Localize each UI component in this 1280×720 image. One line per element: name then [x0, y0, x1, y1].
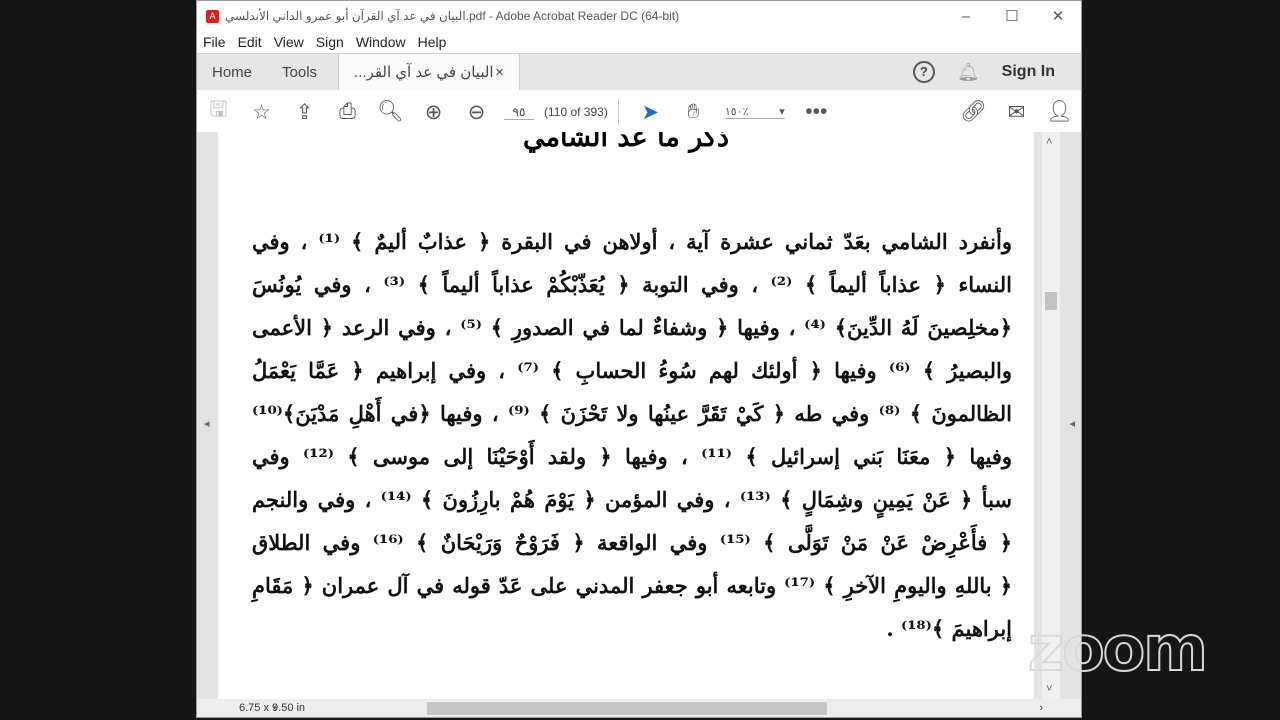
- acrobat-icon: A: [206, 9, 219, 23]
- scroll-up-icon[interactable]: ˄: [1046, 136, 1052, 148]
- tab-close-icon[interactable]: ×: [495, 64, 504, 81]
- bookmark-star-icon[interactable]: ☆: [240, 100, 283, 125]
- more-tools-icon[interactable]: •••: [795, 100, 838, 124]
- page-body: وأنفرد الشامي بعَدّ ثماني عشرة آية ، أول…: [252, 220, 1012, 650]
- text-line: ﴿ فأَعْرِضْ عَنْ مَنْ تَوَلَّى ﴾ ⁽¹⁵⁾ وف…: [252, 530, 1012, 555]
- text-line: وأنفرد الشامي بعَدّ ثماني عشرة آية ، أول…: [252, 229, 1012, 254]
- title-bar: A البيان في عد آي القرآن أبو عمرو الداني…: [197, 1, 1081, 31]
- document-view[interactable]: ذكر ما عد الشامي وأنفرد الشامي بعَدّ ثما…: [197, 132, 1081, 699]
- page-heading: ذكر ما عد الشامي: [523, 132, 729, 153]
- text-line: ﴿ باللهِ واليومِ الآخرِ ﴾ ⁽¹⁷⁾ وتابعه أب…: [252, 573, 1013, 598]
- text-line: والبصيرُ ﴾ ⁽⁶⁾ وفيها ﴿ أولئك لهم سُوءُ ا…: [252, 358, 1012, 383]
- right-panel-toggle-icon[interactable]: ◂: [1069, 417, 1075, 430]
- vertical-scroll-thumb[interactable]: [1045, 292, 1057, 310]
- toolbar-divider: [617, 99, 619, 125]
- menu-bar: File Edit View Sign Window Help: [197, 31, 1081, 53]
- horizontal-scroll-thumb[interactable]: [427, 702, 827, 715]
- text-line: وفيها ﴿ معَنَا بَني إسرائيل ﴾ ⁽¹¹⁾ ، وفي…: [252, 444, 1013, 469]
- next-page-icon[interactable]: ⊖: [455, 100, 498, 125]
- help-icon[interactable]: ?: [912, 61, 935, 83]
- tab-bar: Home Tools البيان في عد آي القر... × ? 🔔…: [197, 53, 1081, 90]
- page-count: (110 of 393): [544, 105, 608, 119]
- print-icon[interactable]: ⎙: [326, 100, 369, 124]
- menu-file[interactable]: File: [203, 34, 226, 50]
- text-line: الظالمونَ ﴾ ⁽⁸⁾ وفي طه ﴿ كَيْ تَقَرَّ عي…: [252, 401, 1012, 426]
- text-line: سبأ ﴿ عَنْ يَمِينٍ وشِمَالٍ ﴾ ⁽¹³⁾ ، وفي…: [252, 487, 1012, 512]
- close-button[interactable]: ✕: [1035, 7, 1081, 25]
- upload-cloud-icon[interactable]: ⇪: [283, 100, 326, 125]
- tab-document-label: البيان في عد آي القر...: [354, 64, 494, 81]
- tab-home[interactable]: Home: [197, 54, 267, 90]
- search-zoom-icon[interactable]: 🔍︎: [369, 100, 412, 124]
- page-size: 6.75 x 9.50 in: [239, 702, 306, 714]
- add-user-icon[interactable]: 👤︎: [1038, 100, 1081, 124]
- zoom-watermark-logo: zoom: [1027, 611, 1209, 686]
- sign-in-button[interactable]: Sign In: [1002, 63, 1055, 81]
- text-line: النساء ﴿ عذاباً أليماً ﴾ ⁽²⁾ ، وفي التوب…: [252, 272, 1012, 297]
- zoom-value: ١٥٠٪: [724, 106, 749, 118]
- status-bar: 6.75 x 9.50 in ‹ ›: [197, 699, 1081, 717]
- save-icon[interactable]: 🖫: [197, 95, 240, 130]
- share-link-icon[interactable]: 🔗︎: [952, 100, 995, 124]
- acrobat-window: A البيان في عد آي القرآن أبو عمرو الداني…: [196, 0, 1082, 718]
- menu-help[interactable]: Help: [418, 34, 447, 50]
- toolbar: 🖫 ☆ ⇪ ⎙ 🔍︎ ⊕ ⊖ ٩٥ (110 of 393) ➤ ✋︎ ١٥٠٪…: [197, 90, 1081, 135]
- chevron-down-icon: ▾: [779, 106, 785, 118]
- scroll-left-icon[interactable]: ‹: [273, 702, 277, 714]
- maximize-button[interactable]: ☐: [989, 7, 1035, 25]
- bell-icon[interactable]: 🔔︎: [957, 62, 980, 83]
- minimize-button[interactable]: –: [943, 8, 989, 25]
- zoom-select[interactable]: ١٥٠٪ ▾: [724, 105, 785, 119]
- window-title: البيان في عد آي القرآن أبو عمرو الداني ا…: [225, 9, 680, 23]
- page-number-input[interactable]: ٩٥: [504, 105, 534, 120]
- text-line: ﴿مخلِصينَ لَهُ الدِّينَ﴾ ⁽⁴⁾ ، وفيها ﴿ و…: [252, 315, 1012, 340]
- scroll-right-icon[interactable]: ›: [1039, 702, 1043, 714]
- select-cursor-icon[interactable]: ➤: [629, 100, 672, 125]
- previous-page-icon[interactable]: ⊕: [412, 100, 455, 125]
- hand-tool-icon[interactable]: ✋︎: [672, 100, 715, 124]
- menu-sign[interactable]: Sign: [316, 34, 344, 50]
- tab-document[interactable]: البيان في عد آي القر... ×: [338, 54, 521, 90]
- text-line: إبراهيمَ ﴾⁽¹⁸⁾ .: [886, 616, 1012, 641]
- menu-window[interactable]: Window: [356, 34, 406, 50]
- menu-edit[interactable]: Edit: [238, 34, 262, 50]
- left-panel-toggle-icon[interactable]: ◂: [204, 417, 210, 430]
- pdf-page: ذكر ما عد الشامي وأنفرد الشامي بعَدّ ثما…: [218, 132, 1034, 699]
- menu-view[interactable]: View: [274, 34, 304, 50]
- email-icon[interactable]: ✉: [995, 100, 1038, 125]
- tab-tools[interactable]: Tools: [267, 54, 332, 90]
